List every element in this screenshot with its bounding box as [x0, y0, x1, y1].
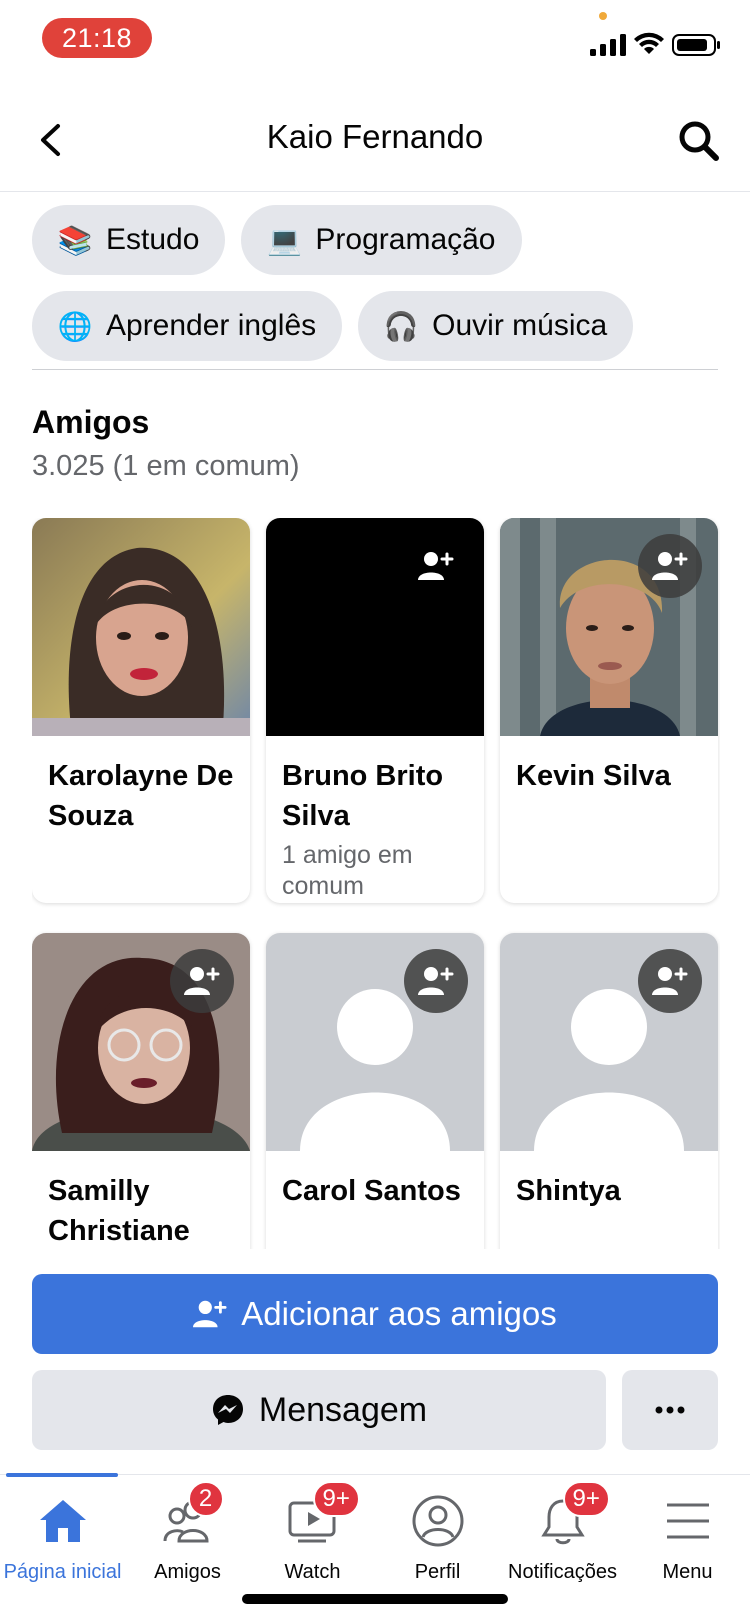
- home-icon: [39, 1500, 86, 1542]
- friend-card[interactable]: Kevin Silva: [500, 518, 718, 903]
- tab-label: Notificações: [508, 1561, 617, 1583]
- books-icon: 📚: [57, 224, 93, 256]
- hobby-chip-aprender-ingles[interactable]: 🌐 Aprender inglês: [32, 291, 343, 361]
- friend-photo: [500, 518, 718, 736]
- hobbies-row-2: 🌐 Aprender inglês 🎧 Ouvir música: [32, 291, 634, 361]
- friend-name: Bruno Brito Silva: [282, 760, 444, 832]
- hobby-chip-programacao[interactable]: 💻 Programação: [241, 205, 522, 275]
- person-photo-icon: [32, 518, 250, 736]
- hobby-chip-estudo[interactable]: 📚 Estudo: [32, 205, 226, 275]
- tab-label: Página inicial: [3, 1561, 122, 1583]
- tab-label: Perfil: [414, 1561, 461, 1583]
- add-friend-icon: [184, 967, 220, 995]
- friend-name: Carol Santos: [282, 1175, 461, 1207]
- hobby-label: Programação: [315, 223, 496, 256]
- message-button[interactable]: Mensagem: [32, 1370, 606, 1450]
- battery-icon: [672, 34, 720, 56]
- friends-section-title[interactable]: Amigos: [32, 404, 149, 441]
- status-time: 21:18: [42, 18, 152, 58]
- message-label: Mensagem: [258, 1390, 428, 1429]
- friends-grid: Karolayne De Souza Bruno Brito Silva 1 a…: [32, 518, 720, 1249]
- add-friend-button[interactable]: [638, 534, 702, 598]
- menu-icon: [666, 1503, 709, 1539]
- tab-friends[interactable]: 2 Amigos: [125, 1481, 250, 1595]
- friend-photo: [32, 518, 250, 736]
- ellipsis-icon: [655, 1406, 685, 1414]
- search-button[interactable]: [676, 118, 722, 164]
- notification-badge: 9+: [562, 1481, 610, 1517]
- add-friend-icon: [652, 552, 688, 580]
- cellular-signal-icon: [590, 34, 626, 56]
- messenger-icon: [212, 1395, 243, 1425]
- friend-photo: [32, 933, 250, 1151]
- hobby-label: Ouvir música: [432, 309, 608, 342]
- hobby-label: Estudo: [106, 223, 200, 256]
- profile-header: Kaio Fernando: [0, 100, 750, 192]
- friend-name: Samilly Christiane: [48, 1175, 190, 1247]
- add-friend-icon: [418, 967, 454, 995]
- add-friend-button[interactable]: [638, 949, 702, 1013]
- add-friend-icon: [418, 552, 454, 580]
- add-friend-label: Adicionar aos amigos: [241, 1295, 557, 1332]
- hobby-label: Aprender inglês: [106, 309, 317, 342]
- add-friend-button[interactable]: [170, 949, 234, 1013]
- hobbies-row-1: 📚 Estudo 💻 Programação: [32, 205, 522, 275]
- profile-icon: [412, 1495, 463, 1547]
- section-divider: [32, 369, 718, 370]
- friend-photo: [266, 518, 484, 736]
- friend-name: Kevin Silva: [516, 760, 671, 792]
- add-friend-icon: [193, 1300, 227, 1328]
- laptop-icon: 💻: [266, 224, 302, 256]
- add-friend-icon: [652, 967, 688, 995]
- active-tab-indicator: [6, 1473, 118, 1477]
- friend-mutual-count: 1 amigo em comum: [282, 841, 413, 900]
- page-title: Kaio Fernando: [266, 118, 484, 155]
- add-friend-button[interactable]: [404, 534, 468, 598]
- tab-home[interactable]: Página inicial: [0, 1485, 125, 1595]
- status-bar: 21:18: [0, 0, 750, 80]
- tab-label: Amigos: [154, 1561, 221, 1583]
- friend-card[interactable]: Samilly Christiane: [32, 933, 250, 1249]
- wifi-icon: [634, 32, 664, 54]
- tab-profile[interactable]: Perfil: [375, 1485, 500, 1595]
- hobby-chip-ouvir-musica[interactable]: 🎧 Ouvir música: [358, 291, 634, 361]
- friend-name: Shintya: [516, 1175, 621, 1207]
- friend-photo: [266, 933, 484, 1151]
- home-indicator: [242, 1594, 508, 1604]
- tab-menu[interactable]: Menu: [625, 1485, 750, 1595]
- headphones-icon: 🎧: [383, 310, 419, 342]
- tab-label: Menu: [662, 1561, 713, 1583]
- add-friend-main-button[interactable]: Adicionar aos amigos: [32, 1274, 718, 1354]
- friend-name: Karolayne De Souza: [48, 760, 234, 832]
- globe-icon: 🌐: [57, 310, 93, 342]
- friend-card[interactable]: Shintya: [500, 933, 718, 1249]
- tab-notifications[interactable]: 9+ Notificações: [500, 1481, 625, 1595]
- friends-count: 3.025 (1 em comum): [32, 450, 300, 482]
- notification-badge: 9+: [312, 1481, 360, 1517]
- friend-card[interactable]: Karolayne De Souza: [32, 518, 250, 903]
- friend-photo: [500, 933, 718, 1151]
- tab-label: Watch: [284, 1561, 341, 1583]
- add-friend-button[interactable]: [404, 949, 468, 1013]
- notification-badge: 2: [187, 1481, 224, 1517]
- more-options-button[interactable]: [622, 1370, 718, 1450]
- search-icon: [679, 121, 719, 161]
- friend-card[interactable]: Bruno Brito Silva 1 amigo em comum: [266, 518, 484, 903]
- privacy-indicator-dot: [599, 12, 607, 20]
- tab-watch[interactable]: 9+ Watch: [250, 1481, 375, 1595]
- friend-card[interactable]: Carol Santos: [266, 933, 484, 1249]
